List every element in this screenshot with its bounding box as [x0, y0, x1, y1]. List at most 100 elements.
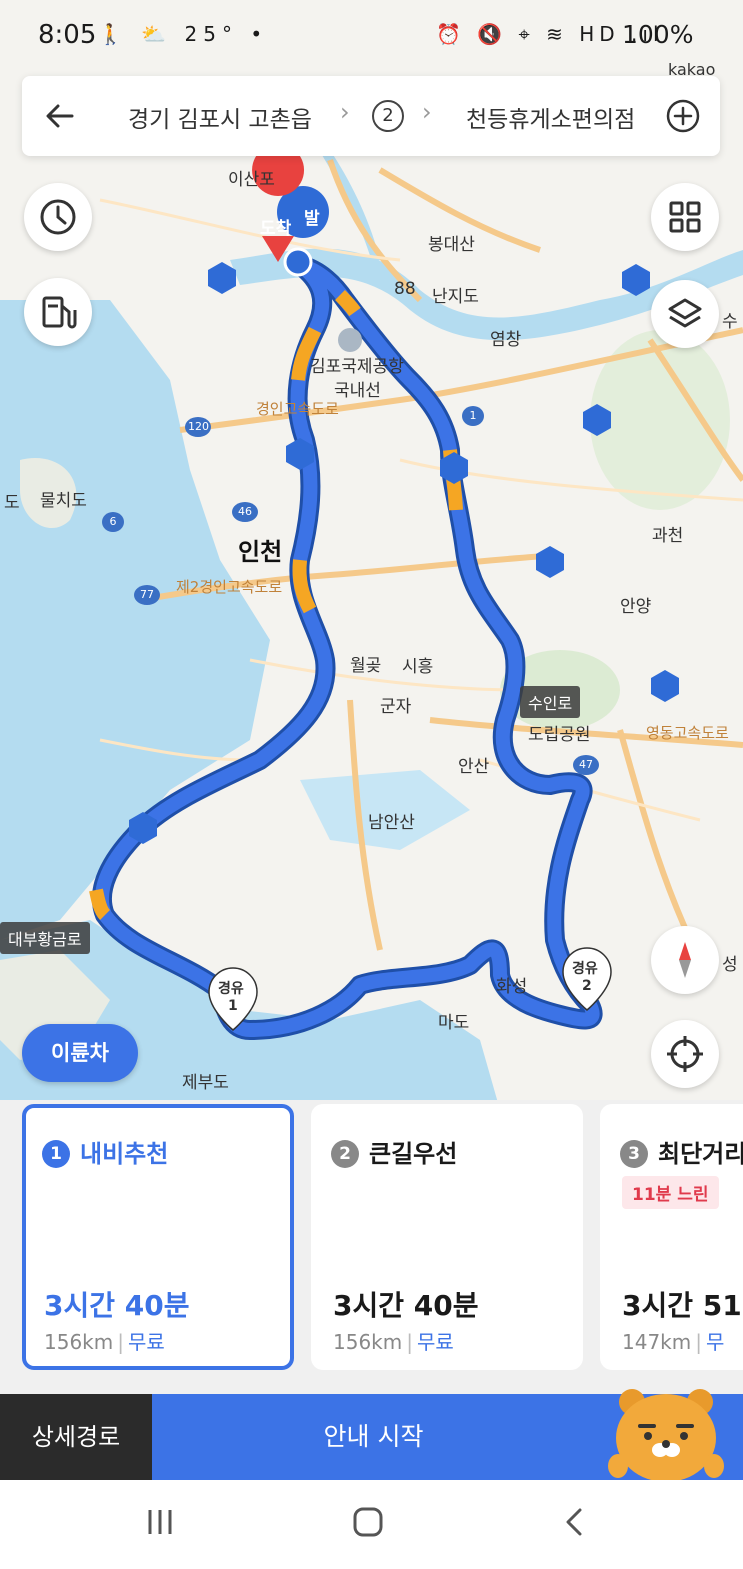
compass-button[interactable] — [651, 926, 719, 994]
map-label-yeongdong-expwy: 영동고속도로 — [646, 724, 729, 742]
waypoint-2-number: 2 — [582, 978, 592, 994]
map-label-namansan: 남안산 — [368, 813, 415, 833]
add-waypoint-icon[interactable] — [665, 98, 701, 134]
slower-badge: 11분 느린 — [622, 1176, 719, 1209]
map-label-hwaseong: 화성 — [496, 977, 528, 997]
menu-grid-button[interactable] — [651, 183, 719, 251]
route-number-badge: 2 — [331, 1140, 359, 1168]
system-nav-bar — [0, 1480, 743, 1569]
map-label-2nd-gyeongin: 제2경인고속도로 — [176, 578, 283, 596]
map-label-jc88: 88 — [394, 279, 416, 299]
airport-icon — [338, 328, 362, 352]
route-card-1[interactable]: 1 내비추천 3시간 40분 156km | 무료 — [22, 1104, 294, 1370]
map-label-su: 수 — [722, 312, 738, 332]
route-card-3[interactable]: 3 최단거리 11분 느린 3시간 51 147km | 무 — [600, 1104, 743, 1370]
route-name: 최단거리 — [658, 1140, 743, 1168]
route-fee: 무 — [706, 1330, 725, 1354]
map-label-siheung: 시흥 — [402, 657, 434, 677]
route-distance: 156km — [44, 1330, 114, 1354]
history-button[interactable] — [24, 183, 92, 251]
map-label-anyang: 안양 — [620, 597, 652, 617]
origin-field[interactable]: 경기 김포시 고촌읍 — [128, 100, 312, 134]
my-location-button[interactable] — [651, 1020, 719, 1088]
map-label-gimpo-airport: 김포국제공항 — [310, 357, 404, 377]
route-duration: 3시간 40분 — [333, 1289, 479, 1322]
recent-apps-icon[interactable] — [144, 1506, 176, 1538]
route-shield-46: 46 — [238, 505, 252, 518]
route-options-list[interactable]: 1 내비추천 3시간 40분 156km | 무료 2 큰길우선 3시간 40분 1… — [0, 1100, 743, 1394]
shield-marker — [208, 262, 236, 294]
waypoint-2-label[interactable]: 경유 — [572, 958, 598, 978]
fuel-pump-icon — [42, 296, 77, 329]
grid-icon — [669, 201, 701, 233]
route-meta: 156km | 무료 — [44, 1330, 165, 1354]
route-detail-button[interactable]: 상세경로 — [0, 1394, 152, 1480]
route-number-badge: 3 — [620, 1140, 648, 1168]
route-number-badge: 1 — [42, 1140, 70, 1168]
status-left-icons: 🚶 ⛅ 25° • — [98, 22, 269, 46]
map-label-wolgot: 월곶 — [350, 656, 382, 676]
depart-pin-label[interactable]: 발 — [304, 204, 320, 229]
route-fee: 무료 — [128, 1330, 165, 1354]
map-label-de: 도 — [4, 493, 20, 513]
route-shield-77: 77 — [140, 588, 154, 601]
waypoint-count-badge[interactable]: 2 — [372, 100, 404, 132]
route-distance: 156km — [333, 1330, 403, 1354]
battery-level: 100% — [622, 20, 694, 49]
map-label-domestic: 국내선 — [334, 381, 381, 401]
layers-icon — [668, 298, 702, 328]
map-label-gyeongin-expwy: 경인고속도로 — [256, 400, 339, 418]
map-label-gwacheon: 과천 — [652, 526, 684, 546]
route-meta: 156km | 무료 — [333, 1330, 454, 1354]
map-label-incheon: 인천 — [238, 538, 283, 566]
route-card-2[interactable]: 2 큰길우선 3시간 40분 156km | 무료 — [311, 1104, 583, 1370]
status-time: 8:05 — [38, 20, 97, 50]
map-label-bongdaesan: 봉대산 — [428, 235, 475, 255]
route-name: 내비추천 — [80, 1140, 169, 1168]
clock-icon — [40, 199, 76, 235]
arrive-pin-label[interactable]: 도착 — [260, 214, 291, 239]
gas-station-button[interactable] — [24, 278, 92, 346]
map-label-ansan: 안산 — [458, 757, 490, 777]
road-3 — [249, 658, 521, 692]
route-distance: 147km — [622, 1330, 692, 1354]
map-label-suinro: 수인로 — [520, 686, 581, 718]
status-bar: 8:05 🚶 ⛅ 25° • ⏰ 🔇 ⌖ ≋ HD .ıl 100% — [0, 0, 743, 70]
route-shield-120: 120 — [188, 420, 209, 433]
crosshair-icon — [667, 1036, 703, 1072]
map-label-daebu-hwanggeum: 대부황금로 — [0, 922, 90, 954]
waypoint-1-label[interactable]: 경유 — [218, 978, 244, 998]
back-arrow-icon[interactable] — [42, 98, 78, 134]
map-label-seong: 성 — [722, 955, 738, 975]
map-label-mulchido: 물치도 — [40, 491, 87, 511]
destination-field[interactable]: 천등휴게소편의점 — [466, 100, 635, 134]
route-search-bar: 경기 김포시 고촌읍 › 2 › 천등휴게소편의점 — [22, 76, 720, 156]
map-label-jebudo: 제부도 — [182, 1073, 229, 1093]
map-layers-button[interactable] — [651, 280, 719, 348]
route-shield-47: 47 — [579, 758, 593, 771]
origin-dot — [283, 247, 313, 277]
map-canvas — [0, 144, 743, 1110]
congestion-4 — [89, 888, 111, 920]
map-view[interactable]: 이산포 봉대산 88 난지도 염창 김포국제공항 국내선 경인고속도로 물치도 … — [0, 0, 743, 1110]
two-wheeler-button[interactable]: 이륜차 — [22, 1024, 138, 1082]
map-label-mado: 마도 — [438, 1013, 470, 1033]
route-meta: 147km | 무 — [622, 1330, 725, 1354]
route-duration: 3시간 40분 — [44, 1289, 190, 1322]
ryan-mascot-icon — [608, 1389, 724, 1482]
route-shield-6: 6 — [109, 515, 117, 528]
map-label-gunja: 군자 — [380, 697, 412, 717]
map-label-isanpo: 이산포 — [228, 170, 275, 190]
back-nav-icon[interactable] — [560, 1506, 592, 1538]
chevron-right-icon: › — [340, 98, 350, 126]
map-label-dorip-park: 도립공원 — [528, 725, 591, 745]
waypoint-1-number: 1 — [228, 998, 238, 1014]
route-shield-1: 1 — [469, 409, 477, 422]
map-label-nanjido: 난지도 — [432, 287, 479, 307]
shield-marker — [536, 546, 564, 578]
compass-icon — [679, 942, 691, 978]
home-icon[interactable] — [352, 1506, 384, 1538]
route-name: 큰길우선 — [369, 1140, 458, 1168]
shield-marker — [651, 670, 679, 702]
route-duration: 3시간 51 — [622, 1289, 742, 1322]
